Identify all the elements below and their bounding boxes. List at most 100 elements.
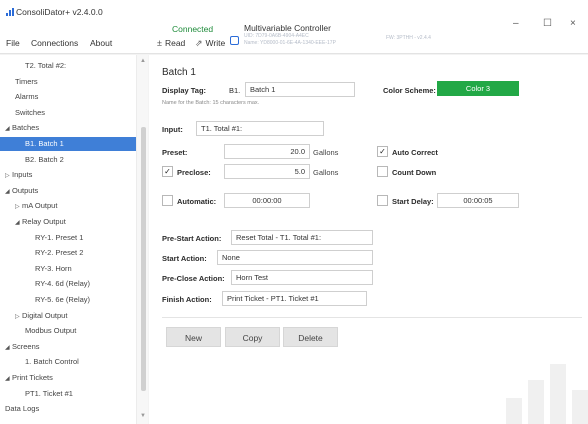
sidebar-item[interactable]: RY-4. 6d (Relay) (35, 277, 90, 291)
device-firmware: FW: 3PTHH - v2.4.4 (386, 35, 431, 41)
finish-action-select[interactable]: Print Ticket - PT1. Ticket #1 (222, 291, 367, 306)
sidebar-item[interactable]: RY-5. 6e (Relay) (35, 293, 90, 307)
pre-close-action-label: Pre-Close Action: (162, 274, 225, 283)
batch-form: Batch 1 Display Tag: B1. Batch 1 Name fo… (149, 55, 588, 424)
display-tag-label: Display Tag: (162, 86, 207, 95)
close-button[interactable]: × (570, 18, 576, 29)
menu-about[interactable]: About (90, 38, 112, 48)
sidebar-item-label: RY-1. Preset 1 (35, 232, 84, 242)
preset-input[interactable]: 20.0 (224, 144, 310, 159)
sidebar-item-label: 1. Batch Control (25, 357, 79, 367)
menu-file[interactable]: File (6, 38, 20, 48)
maximize-button[interactable]: ☐ (543, 18, 552, 29)
sidebar-scrollbar[interactable]: ▲ ▼ (136, 55, 148, 424)
automatic-checkbox[interactable] (162, 195, 173, 206)
scroll-down-icon[interactable]: ▼ (140, 413, 146, 419)
sidebar-item[interactable]: RY-3. Horn (35, 262, 72, 276)
menu-connections[interactable]: Connections (31, 38, 78, 48)
sidebar-item-label: Data Logs (5, 404, 40, 414)
sidebar-item[interactable]: Switches (15, 106, 45, 120)
preclose-checkbox[interactable]: ✓ (162, 166, 173, 177)
sidebar-item-label: Alarms (15, 92, 39, 102)
sidebar-item-label: Switches (15, 107, 46, 117)
sidebar-item[interactable]: Data Logs (5, 402, 39, 416)
write-button[interactable]: ⇗ Write (195, 38, 225, 49)
sidebar-item-label: Outputs (12, 185, 39, 195)
sidebar-item-label: Batches (12, 123, 40, 133)
sidebar-item[interactable]: Modbus Output (25, 324, 76, 338)
write-icon: ⇗ (195, 38, 203, 48)
sidebar-item[interactable]: Alarms (15, 90, 38, 104)
read-button[interactable]: ± Read (157, 38, 185, 48)
sidebar-item[interactable]: T2. Total #2: (25, 59, 66, 73)
start-delay-label: Start Delay: (392, 197, 434, 206)
preclose-label: Preclose: (177, 168, 211, 177)
preclose-input[interactable]: 5.0 (224, 164, 310, 179)
automatic-time-input[interactable]: 00:00:00 (224, 193, 310, 208)
display-tag-hint: Name for the Batch: 15 characters max. (162, 100, 260, 106)
sidebar-item[interactable]: ◢ Screens (5, 340, 40, 354)
automatic-label: Automatic: (177, 197, 217, 206)
collapsed-icon[interactable]: ▷ (5, 169, 12, 183)
delete-button[interactable]: Delete (283, 327, 338, 347)
expanded-icon[interactable]: ◢ (15, 216, 22, 230)
expanded-icon[interactable]: ◢ (5, 372, 12, 386)
collapsed-icon[interactable]: ▷ (15, 310, 22, 324)
watermark-bars-icon (502, 355, 588, 424)
sidebar-item[interactable]: B2. Batch 2 (25, 153, 64, 167)
display-tag-prefix: B1. (229, 86, 241, 95)
device-title: Multivariable Controller (244, 23, 331, 33)
scroll-thumb[interactable] (141, 127, 146, 391)
pre-close-action-select[interactable]: Horn Test (231, 270, 373, 285)
title-bar: ConsoliDator+ v2.4.0.0 File Connections … (0, 0, 588, 54)
start-delay-checkbox[interactable] (377, 195, 388, 206)
count-down-checkbox[interactable] (377, 166, 388, 177)
expanded-icon[interactable]: ◢ (5, 122, 12, 136)
sidebar-item-label: Screens (12, 341, 40, 351)
color-scheme-swatch[interactable]: Color 3 (437, 81, 519, 96)
device-info: UID: 7D79-0A6B-4904-A4EC Name: YD8000-01… (244, 33, 336, 46)
minimize-button[interactable]: – (513, 18, 519, 29)
sidebar-item[interactable]: ◢ Print Tickets (5, 371, 53, 385)
page-title: Batch 1 (162, 67, 196, 78)
sidebar-item[interactable]: ▷ Digital Output (15, 309, 67, 323)
read-icon: ± (157, 38, 162, 48)
sidebar-item[interactable]: ◢ Batches (5, 121, 39, 135)
expanded-icon[interactable]: ◢ (5, 185, 12, 199)
sidebar-item-label: B2. Batch 2 (25, 154, 64, 164)
sidebar-item[interactable]: ◢ Outputs (5, 184, 38, 198)
start-action-select[interactable]: None (217, 250, 373, 265)
sidebar-item[interactable]: ▷ mA Output (15, 199, 57, 213)
sidebar-item[interactable]: RY-2. Preset 2 (35, 246, 83, 260)
sidebar-item-label: Digital Output (22, 310, 68, 320)
collapsed-icon[interactable]: ▷ (15, 200, 22, 214)
sidebar-item-label: B1. Batch 1 (25, 139, 64, 148)
preclose-unit: Gallons (313, 168, 339, 177)
sidebar-item[interactable]: 1. Batch Control (25, 355, 79, 369)
auto-correct-checkbox[interactable]: ✓ (377, 146, 388, 157)
scroll-up-icon[interactable]: ▲ (140, 58, 146, 64)
sidebar-item[interactable]: Timers (15, 75, 38, 89)
auto-correct-label: Auto Correct (392, 148, 438, 157)
sidebar-item[interactable]: ◢ Relay Output (15, 215, 66, 229)
count-down-label: Count Down (392, 168, 437, 177)
app-logo-icon (6, 8, 14, 16)
sidebar-item[interactable]: PT1. Ticket #1 (25, 387, 73, 401)
preset-label: Preset: (162, 148, 188, 157)
device-icon (230, 36, 239, 45)
sidebar-item[interactable]: B1. Batch 1 (0, 137, 136, 151)
copy-button[interactable]: Copy (225, 327, 280, 347)
expanded-icon[interactable]: ◢ (5, 341, 12, 355)
sidebar-item-label: mA Output (22, 201, 58, 211)
pre-start-action-select[interactable]: Reset Total - T1. Total #1: (231, 230, 373, 245)
input-select[interactable]: T1. Total #1: (196, 121, 324, 136)
sidebar-item[interactable]: RY-1. Preset 1 (35, 231, 83, 245)
input-label: Input: (162, 125, 183, 134)
start-delay-input[interactable]: 00:00:05 (437, 193, 519, 208)
pre-start-action-label: Pre-Start Action: (162, 234, 222, 243)
sidebar-item[interactable]: ▷ Inputs (5, 168, 32, 182)
sidebar-item-label: RY-2. Preset 2 (35, 248, 84, 258)
display-tag-input[interactable]: Batch 1 (245, 82, 355, 97)
new-button[interactable]: New (166, 327, 221, 347)
preset-unit: Gallons (313, 148, 339, 157)
